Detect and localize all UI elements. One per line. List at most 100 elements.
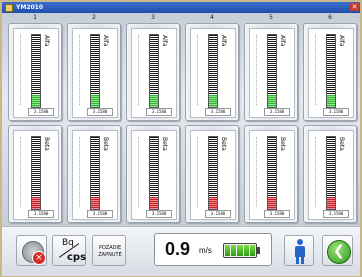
window-title: YM2010	[16, 4, 44, 11]
beta-panel-1[interactable]: Beta 3.1580	[8, 125, 62, 223]
alfa-bar-fill	[91, 95, 99, 107]
alfa-bar-fill	[32, 95, 40, 107]
alfa-panel-6[interactable]: Alfa 3.1580	[303, 23, 357, 121]
alfa-bar-fill	[268, 95, 276, 107]
beta-bar-1	[31, 136, 41, 210]
battery-tip	[257, 247, 260, 254]
bottom-toolbar: × Bq cps POZADIE ZAPNUTÉ 0.9 m/s ❮	[2, 226, 360, 276]
column-header-3: 3	[151, 14, 155, 21]
background-toggle-button[interactable]: POZADIE ZAPNUTÉ	[92, 235, 126, 266]
mute-x-icon: ×	[32, 251, 46, 265]
meter-axis	[138, 137, 140, 207]
battery-segment	[225, 245, 231, 256]
alfa-readout-2: 3.1580	[87, 108, 113, 116]
beta-meter-1: Beta 3.1580	[13, 130, 59, 220]
beta-bar-6	[326, 136, 336, 210]
person-icon	[297, 239, 303, 245]
beta-bar-5	[267, 136, 277, 210]
beta-bar-3	[149, 136, 159, 210]
speed-value: 0.9	[165, 239, 191, 259]
beta-label: Beta	[43, 137, 50, 151]
meter-axis	[315, 137, 317, 207]
alfa-meter-2: Alfa 3.1580	[72, 28, 118, 118]
detector-grid: 1 2 3 4 5 6 Alfa 3.1580 Alfa 3.1580 Alfa…	[2, 13, 360, 226]
alfa-panel-5[interactable]: Alfa 3.1580	[244, 23, 298, 121]
alfa-bar-3	[149, 34, 159, 108]
alfa-panel-4[interactable]: Alfa 3.1580	[185, 23, 239, 121]
meter-axis	[79, 35, 81, 105]
column-header-2: 2	[92, 14, 96, 21]
units-toggle-button[interactable]: Bq cps	[52, 235, 86, 266]
titlebar: YM2010 ✕	[2, 2, 360, 13]
beta-panel-3[interactable]: Beta 3.1580	[126, 125, 180, 223]
alfa-readout-1: 3.1580	[28, 108, 54, 116]
person-icon-body	[295, 246, 305, 257]
alfa-bar-fill	[327, 95, 335, 107]
alfa-label: Alfa	[220, 35, 227, 47]
meter-axis	[20, 35, 22, 105]
meter-axis	[256, 35, 258, 105]
beta-meter-5: Beta 3.1580	[249, 130, 295, 220]
alfa-bar-6	[326, 34, 336, 108]
beta-label: Beta	[102, 137, 109, 151]
alfa-panel-3[interactable]: Alfa 3.1580	[126, 23, 180, 121]
beta-readout-2: 3.1580	[87, 210, 113, 218]
beta-panel-6[interactable]: Beta 3.1580	[303, 125, 357, 223]
beta-meter-4: Beta 3.1580	[190, 130, 236, 220]
speed-display: 0.9 m/s	[154, 233, 272, 266]
beta-label: Beta	[161, 137, 168, 151]
alfa-bar-fill	[150, 95, 158, 107]
alfa-bar-2	[90, 34, 100, 108]
alfa-label: Alfa	[161, 35, 168, 47]
alfa-label: Alfa	[338, 35, 345, 47]
alfa-meter-5: Alfa 3.1580	[249, 28, 295, 118]
beta-panel-5[interactable]: Beta 3.1580	[244, 125, 298, 223]
beta-bar-4	[208, 136, 218, 210]
beta-bar-2	[90, 136, 100, 210]
alfa-meter-3: Alfa 3.1580	[131, 28, 177, 118]
battery-segment	[231, 245, 237, 256]
meter-axis	[197, 35, 199, 105]
alfa-meter-6: Alfa 3.1580	[308, 28, 354, 118]
beta-meter-6: Beta 3.1580	[308, 130, 354, 220]
battery-segment	[243, 245, 249, 256]
alfa-meter-1: Alfa 3.1580	[13, 28, 59, 118]
battery-segment	[249, 245, 256, 256]
beta-panel-2[interactable]: Beta 3.1580	[67, 125, 121, 223]
back-button[interactable]: ❮	[322, 235, 353, 266]
beta-label: Beta	[338, 137, 345, 151]
column-header-6: 6	[328, 14, 332, 21]
beta-readout-6: 3.1580	[323, 210, 349, 218]
speed-unit: m/s	[199, 246, 212, 255]
alfa-bar-4	[208, 34, 218, 108]
beta-bar-fill	[32, 197, 40, 209]
alfa-readout-4: 3.1580	[205, 108, 231, 116]
alfa-panel-1[interactable]: Alfa 3.1580	[8, 23, 62, 121]
alfa-bar-1	[31, 34, 41, 108]
app-window: YM2010 ✕ 1 2 3 4 5 6 Alfa 3.1580 Alfa 3.…	[0, 0, 362, 277]
meter-axis	[138, 35, 140, 105]
beta-bar-fill	[91, 197, 99, 209]
meter-axis	[315, 35, 317, 105]
battery-segment	[237, 245, 243, 256]
person-mode-button[interactable]	[284, 235, 314, 266]
alfa-panel-2[interactable]: Alfa 3.1580	[67, 23, 121, 121]
alfa-readout-3: 3.1580	[146, 108, 172, 116]
close-button[interactable]: ✕	[350, 3, 359, 11]
background-label-line2: ZAPNUTÉ	[98, 252, 122, 258]
beta-bar-fill	[150, 197, 158, 209]
battery-icon	[223, 243, 257, 258]
background-label-line1: POZADIE	[98, 245, 122, 251]
alfa-bar-fill	[209, 95, 217, 107]
person-icon-legs	[296, 257, 304, 264]
mute-alarm-button[interactable]: ×	[16, 235, 47, 266]
alfa-readout-6: 3.1580	[323, 108, 349, 116]
back-arrow-icon: ❮	[327, 240, 351, 264]
column-header-5: 5	[269, 14, 273, 21]
alfa-label: Alfa	[102, 35, 109, 47]
units-bottom-label: cps	[67, 252, 87, 263]
column-header-1: 1	[33, 14, 37, 21]
meter-axis	[20, 137, 22, 207]
beta-panel-4[interactable]: Beta 3.1580	[185, 125, 239, 223]
alfa-label: Alfa	[43, 35, 50, 47]
